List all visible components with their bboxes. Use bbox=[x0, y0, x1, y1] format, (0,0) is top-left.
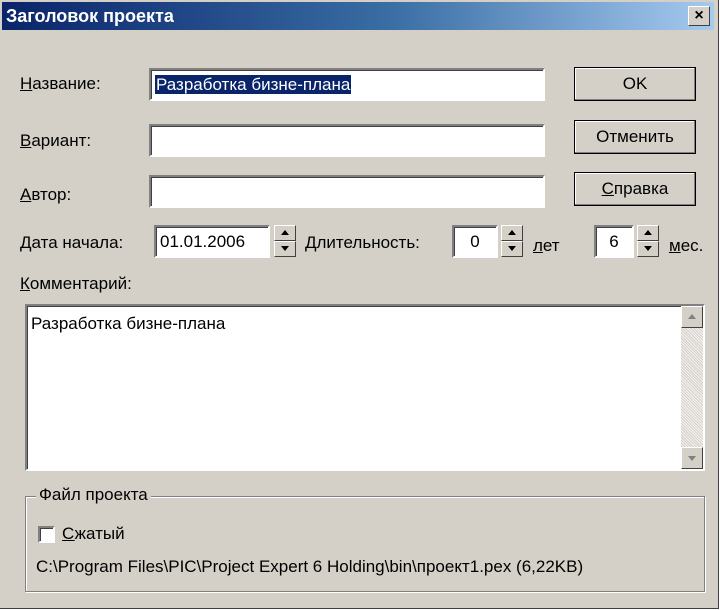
start-date-spinner[interactable] bbox=[274, 225, 296, 258]
duration-years-spinner[interactable] bbox=[501, 225, 523, 258]
spin-down-icon[interactable] bbox=[501, 241, 523, 257]
name-input-value: Разработка бизне-плана bbox=[155, 75, 352, 94]
help-button[interactable]: Справка bbox=[574, 172, 696, 206]
comment-label: Комментарий: bbox=[20, 274, 132, 293]
duration-label: Длительность: bbox=[305, 233, 420, 252]
comment-text: Разработка бизне-плана bbox=[31, 314, 226, 333]
project-file-group: Файл проекта Сжатый C:\Program Files\PIC… bbox=[25, 485, 705, 592]
comment-textarea[interactable]: Разработка бизне-плана bbox=[25, 304, 705, 471]
ok-button[interactable]: OK bbox=[574, 67, 696, 101]
project-file-path: C:\Program Files\PIC\Project Expert 6 Ho… bbox=[36, 557, 584, 576]
project-header-dialog: Заголовок проекта × Название: Разработка… bbox=[0, 0, 719, 609]
variant-label: Вариант: bbox=[20, 131, 92, 150]
compressed-label[interactable]: Сжатый bbox=[62, 524, 125, 544]
comment-scrollbar[interactable] bbox=[681, 306, 703, 469]
variant-input[interactable] bbox=[149, 124, 545, 157]
cancel-button[interactable]: Отменить bbox=[574, 120, 696, 154]
author-input[interactable] bbox=[149, 175, 545, 208]
window-title: Заголовок проекта bbox=[6, 6, 174, 26]
start-date-input[interactable]: 01.01.2006 bbox=[154, 225, 270, 258]
project-file-group-title: Файл проекта bbox=[36, 485, 151, 505]
name-input[interactable]: Разработка бизне-плана bbox=[149, 68, 545, 101]
scroll-up-icon[interactable] bbox=[681, 306, 703, 328]
duration-months-input[interactable]: 6 bbox=[594, 225, 634, 258]
name-label: Название: bbox=[20, 74, 101, 93]
scroll-down-icon[interactable] bbox=[681, 447, 703, 469]
duration-years-input[interactable]: 0 bbox=[452, 225, 498, 258]
spin-up-icon[interactable] bbox=[637, 225, 659, 241]
months-unit-label: мес. bbox=[669, 236, 704, 255]
spin-up-icon[interactable] bbox=[274, 225, 296, 241]
spin-up-icon[interactable] bbox=[501, 225, 523, 241]
start-date-label: Дата начала: bbox=[20, 233, 124, 252]
years-unit-label: лет bbox=[533, 236, 560, 255]
close-button[interactable]: × bbox=[688, 6, 710, 26]
author-label: Автор: bbox=[20, 185, 72, 204]
duration-months-spinner[interactable] bbox=[637, 225, 659, 258]
spin-down-icon[interactable] bbox=[637, 241, 659, 257]
compressed-checkbox[interactable] bbox=[38, 526, 55, 543]
title-bar[interactable]: Заголовок проекта × bbox=[2, 2, 714, 30]
spin-down-icon[interactable] bbox=[274, 241, 296, 257]
